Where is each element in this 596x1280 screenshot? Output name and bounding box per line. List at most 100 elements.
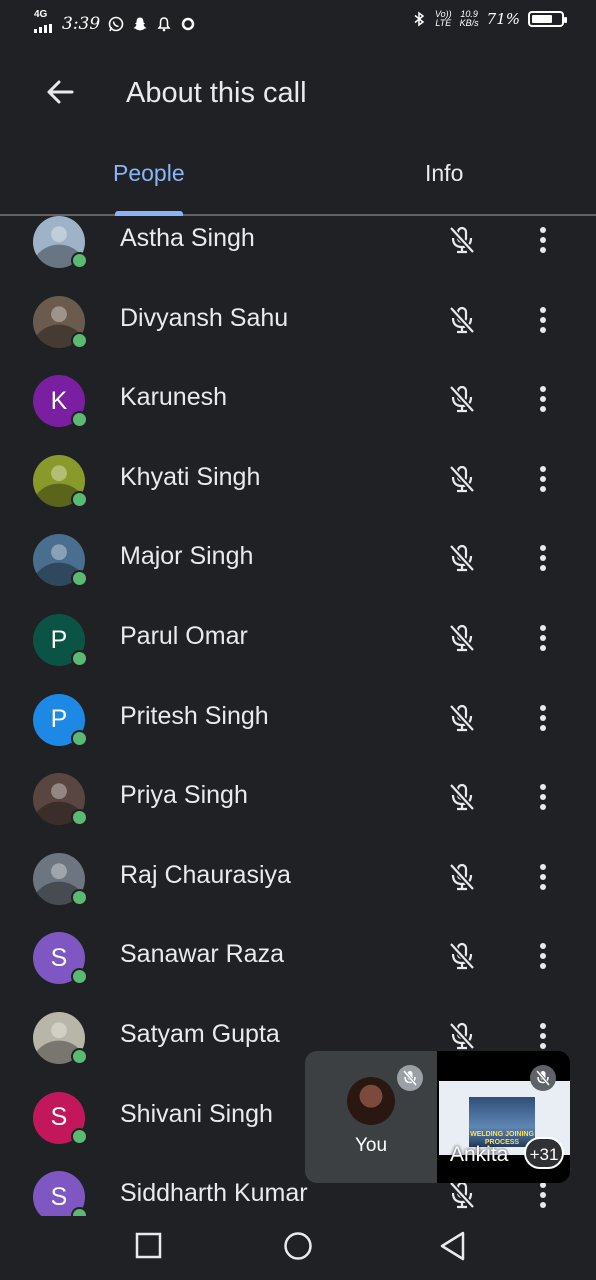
tab-bar: People Info xyxy=(0,148,596,216)
status-left: 4G 3:39 xyxy=(34,10,196,37)
self-label: You xyxy=(354,1135,388,1156)
more-vert-icon[interactable] xyxy=(528,701,558,735)
mic-off-icon[interactable] xyxy=(445,780,479,814)
participant-name: Raj Chaurasiya xyxy=(120,860,291,889)
participant-row[interactable]: K Karunesh xyxy=(0,375,596,458)
participant-row[interactable]: Khyati Singh xyxy=(0,454,596,538)
tab-info[interactable]: Info xyxy=(425,160,463,187)
avatar-letter: P xyxy=(50,705,68,734)
presenter-tile[interactable]: WELDING JOINING PROCESS Ankita +31 xyxy=(437,1051,570,1183)
avatar-letter: P xyxy=(50,625,68,654)
call-pip-window[interactable]: You WELDING JOINING PROCESS Ankita +31 xyxy=(305,1051,570,1183)
whatsapp-icon xyxy=(108,16,124,31)
mic-off-icon[interactable] xyxy=(445,382,479,416)
avatar-letter: S xyxy=(50,1103,68,1132)
mic-off-icon[interactable] xyxy=(445,860,479,894)
avatar-letter: K xyxy=(50,386,68,415)
bluetooth-icon xyxy=(414,11,425,27)
mic-off-icon[interactable] xyxy=(445,541,479,575)
more-vert-icon[interactable] xyxy=(528,223,558,257)
participant-name: Karunesh xyxy=(120,383,228,412)
online-status-dot xyxy=(71,729,88,747)
triangle-back-icon[interactable] xyxy=(437,1230,469,1262)
online-status-dot xyxy=(71,331,88,349)
mic-off-icon xyxy=(530,1065,556,1091)
participant-row[interactable]: Divyansh Sahu xyxy=(0,295,596,379)
battery-icon xyxy=(528,11,567,27)
network-indicator: 4G xyxy=(34,10,54,37)
participant-name: Siddharth Kumar xyxy=(120,1179,308,1208)
participant-row[interactable]: P Parul Omar xyxy=(0,614,596,697)
more-vert-icon[interactable] xyxy=(528,541,558,575)
speed-unit: KB/s xyxy=(459,18,479,28)
online-status-dot xyxy=(71,888,88,906)
network-type: 4G xyxy=(34,9,48,20)
avatar-letter: S xyxy=(50,943,68,972)
page-title: About this call xyxy=(126,77,307,109)
mic-off-icon[interactable] xyxy=(445,223,479,257)
online-status-dot xyxy=(71,411,88,429)
participant-name: Major Singh xyxy=(120,542,254,571)
avatar-letter: S xyxy=(50,1182,68,1211)
more-vert-icon[interactable] xyxy=(528,1019,558,1053)
self-tile[interactable]: You xyxy=(305,1051,437,1183)
avatar xyxy=(347,1077,395,1125)
participant-row[interactable]: Priya Singh xyxy=(0,773,596,856)
more-vert-icon[interactable] xyxy=(528,780,558,814)
mic-off-icon[interactable] xyxy=(445,701,479,735)
more-vert-icon[interactable] xyxy=(528,1178,558,1212)
participant-name: Priya Singh xyxy=(120,781,248,810)
participant-row[interactable]: P Pritesh Singh xyxy=(0,693,596,777)
more-vert-icon[interactable] xyxy=(528,939,558,973)
online-status-dot xyxy=(71,1127,88,1145)
more-participants-badge: +31 xyxy=(524,1137,564,1169)
mic-off-icon[interactable] xyxy=(445,303,479,337)
participant-name: Astha Singh xyxy=(120,224,255,252)
mic-off-icon[interactable] xyxy=(445,621,479,655)
volte-label: Vo)) LTE xyxy=(434,9,452,28)
online-status-dot xyxy=(71,490,88,508)
online-status-dot xyxy=(71,650,88,667)
battery-fill xyxy=(532,15,552,23)
participant-name: Sanawar Raza xyxy=(120,940,284,969)
participant-name: Parul Omar xyxy=(120,622,248,650)
battery-percent: 71% xyxy=(486,10,520,28)
mic-off-icon[interactable] xyxy=(445,462,479,496)
more-vert-icon[interactable] xyxy=(528,621,558,655)
online-status-dot xyxy=(71,968,88,986)
participant-name: Shivani Singh xyxy=(120,1099,273,1128)
snapchat-icon xyxy=(133,17,147,30)
participant-row[interactable]: Major Singh xyxy=(0,534,596,617)
online-status-dot xyxy=(71,1048,88,1065)
mic-off-icon[interactable] xyxy=(445,1019,479,1053)
more-vert-icon[interactable] xyxy=(528,860,558,894)
volte-indicator: Vo)) LTE xyxy=(435,10,452,28)
status-right: Vo)) LTE 10.9 KB/s 71% xyxy=(411,10,567,28)
app-bar: About this call xyxy=(0,50,596,138)
data-speed: 10.9 KB/s xyxy=(460,10,479,28)
participant-name: Pritesh Singh xyxy=(120,701,269,730)
system-nav-bar xyxy=(0,1212,596,1280)
mic-off-icon[interactable] xyxy=(445,1178,479,1212)
tab-people[interactable]: People xyxy=(113,160,185,187)
more-vert-icon[interactable] xyxy=(528,462,558,496)
participant-row[interactable]: S Sanawar Raza xyxy=(0,932,596,1015)
o-app-icon xyxy=(181,17,195,30)
mic-off-icon[interactable] xyxy=(445,939,479,973)
arrow-left-icon[interactable] xyxy=(40,72,80,112)
participant-name: Satyam Gupta xyxy=(120,1020,280,1048)
status-bar: 4G 3:39 Vo)) LTE 10.9 KB/s 71% xyxy=(0,0,596,44)
circle-icon[interactable] xyxy=(282,1230,314,1262)
square-icon[interactable] xyxy=(133,1230,165,1262)
participant-name: Divyansh Sahu xyxy=(120,303,289,332)
online-status-dot xyxy=(71,570,88,588)
more-vert-icon[interactable] xyxy=(528,303,558,337)
presenter-name: Ankita xyxy=(450,1143,509,1166)
participant-row[interactable]: Astha Singh xyxy=(0,216,596,299)
participant-row[interactable]: Raj Chaurasiya xyxy=(0,852,596,936)
online-status-dot xyxy=(71,252,88,269)
more-vert-icon[interactable] xyxy=(528,382,558,416)
participant-name: Khyati Singh xyxy=(120,462,261,491)
mic-off-icon xyxy=(397,1065,423,1091)
clock: 3:39 xyxy=(62,13,101,34)
